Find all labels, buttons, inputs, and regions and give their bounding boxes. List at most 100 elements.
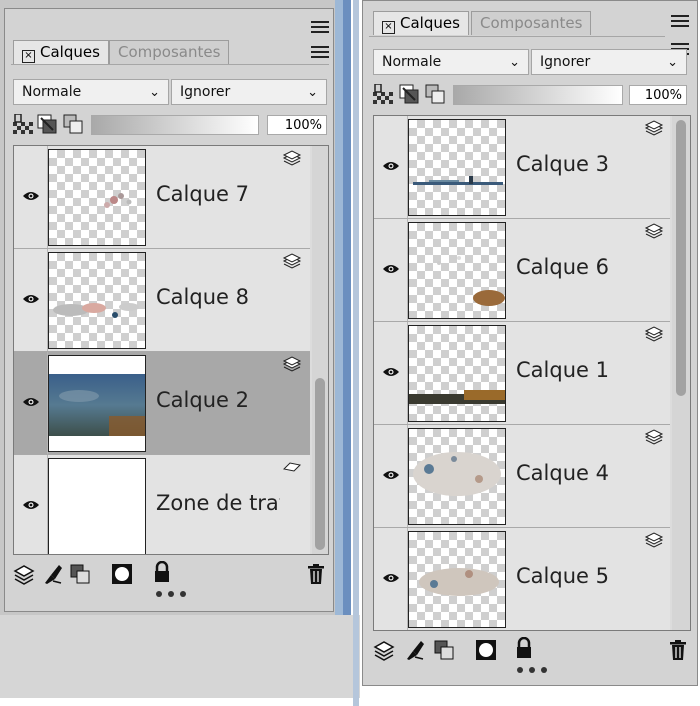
window-divider xyxy=(353,0,359,706)
hamburger-menu-icon[interactable] xyxy=(311,21,329,35)
eye-icon[interactable] xyxy=(382,160,400,172)
chevron-down-icon: ⌄ xyxy=(667,55,678,70)
chevron-down-icon: ⌄ xyxy=(509,55,520,70)
layer-name[interactable]: Calque 7 xyxy=(156,182,249,206)
blend-option-value: Ignorer xyxy=(540,54,591,70)
clip-mask-icon[interactable] xyxy=(399,84,419,104)
panel-grip-dot[interactable] xyxy=(168,591,174,597)
lock-transparency-icon[interactable] xyxy=(13,114,33,134)
layer-name[interactable]: Calque 3 xyxy=(516,152,609,176)
eye-icon[interactable] xyxy=(382,366,400,378)
scrollbar-thumb[interactable] xyxy=(315,378,325,550)
layer-name[interactable]: Zone de trav xyxy=(156,491,280,515)
adjustment-layers-icon[interactable] xyxy=(69,563,91,585)
layer-name[interactable]: Calque 8 xyxy=(156,285,249,309)
adjustment-layers-icon[interactable] xyxy=(433,639,455,661)
panel-titlebar: × Calques Composantes xyxy=(5,9,333,64)
chevron-down-icon: ⌄ xyxy=(307,85,318,100)
tab-label: Calques xyxy=(400,14,460,32)
visibility-cell[interactable] xyxy=(374,219,408,321)
link-layers-icon[interactable] xyxy=(63,114,83,134)
visibility-cell[interactable] xyxy=(374,322,408,424)
layer-row[interactable]: Calque 8 xyxy=(14,249,310,352)
blend-option-select[interactable]: Ignorer ⌄ xyxy=(171,79,327,105)
artboard-icon xyxy=(282,462,302,472)
panel-grip-dot[interactable] xyxy=(541,667,547,673)
visibility-cell[interactable] xyxy=(374,116,408,218)
eye-icon[interactable] xyxy=(382,263,400,275)
layer-row[interactable]: Calque 7 xyxy=(14,146,310,249)
panel-grip-dot[interactable] xyxy=(517,667,523,673)
opacity-slider[interactable] xyxy=(453,85,623,105)
layer-row[interactable]: Calque 4 xyxy=(374,425,670,528)
layers-scrollbar[interactable] xyxy=(312,146,328,554)
tab-label: Composantes xyxy=(480,14,583,32)
layer-stack-icon xyxy=(644,223,664,239)
lock-transparency-icon[interactable] xyxy=(373,84,393,104)
link-layers-icon[interactable] xyxy=(425,84,445,104)
hamburger-menu-icon[interactable] xyxy=(671,15,689,29)
opacity-field[interactable]: 100% xyxy=(267,115,327,135)
opacity-field[interactable]: 100% xyxy=(629,85,687,105)
layer-stack-icon xyxy=(282,356,302,372)
layer-row[interactable]: Calque 3 xyxy=(374,116,670,219)
tab-composantes[interactable]: Composantes xyxy=(109,40,230,64)
layer-row[interactable]: Zone de trav xyxy=(14,455,310,554)
layer-stack-icon xyxy=(644,429,664,445)
visibility-cell[interactable] xyxy=(14,455,48,554)
visibility-cell[interactable] xyxy=(374,425,408,527)
close-box-icon[interactable]: × xyxy=(382,21,395,34)
layer-thumbnail xyxy=(408,119,506,216)
effects-brush-icon[interactable] xyxy=(41,563,63,585)
blend-option-select[interactable]: Ignorer ⌄ xyxy=(531,49,687,75)
visibility-cell[interactable] xyxy=(14,352,48,454)
layers-icon[interactable] xyxy=(373,639,395,661)
effects-brush-icon[interactable] xyxy=(403,639,425,661)
layer-row-selected[interactable]: Calque 2 xyxy=(14,352,310,455)
eye-icon[interactable] xyxy=(22,499,40,511)
tab-calques[interactable]: × Calques xyxy=(13,40,109,64)
eye-icon[interactable] xyxy=(22,293,40,305)
opacity-value: 100% xyxy=(284,118,322,133)
layers-icon[interactable] xyxy=(13,563,35,585)
layer-name[interactable]: Calque 6 xyxy=(516,255,609,279)
blend-mode-select[interactable]: Normale ⌄ xyxy=(373,49,529,75)
eye-icon[interactable] xyxy=(22,190,40,202)
mask-icon[interactable] xyxy=(111,563,133,585)
lock-icon[interactable] xyxy=(513,637,535,659)
clip-mask-icon[interactable] xyxy=(37,114,57,134)
layer-name[interactable]: Calque 4 xyxy=(516,461,609,485)
eye-icon[interactable] xyxy=(22,396,40,408)
eye-icon[interactable] xyxy=(382,469,400,481)
divider xyxy=(11,64,329,65)
panel-grip-dot[interactable] xyxy=(156,591,162,597)
layer-row[interactable]: Calque 1 xyxy=(374,322,670,425)
visibility-cell[interactable] xyxy=(14,249,48,351)
eye-icon[interactable] xyxy=(382,572,400,584)
tab-composantes[interactable]: Composantes xyxy=(471,11,592,35)
close-box-icon[interactable]: × xyxy=(22,50,35,63)
canvas-area-bottom xyxy=(0,615,360,698)
layers-scrollbar[interactable] xyxy=(672,116,690,630)
lock-icon[interactable] xyxy=(151,561,173,583)
tab-calques[interactable]: × Calques xyxy=(373,11,469,35)
trash-icon[interactable] xyxy=(667,639,689,661)
blend-option-value: Ignorer xyxy=(180,84,231,100)
visibility-cell[interactable] xyxy=(14,146,48,248)
trash-icon[interactable] xyxy=(305,563,327,585)
layer-thumbnail xyxy=(408,325,506,422)
layer-row[interactable]: Calque 5 xyxy=(374,528,670,630)
layer-row[interactable]: Calque 6 xyxy=(374,219,670,322)
blend-mode-select[interactable]: Normale ⌄ xyxy=(13,79,169,105)
layer-name[interactable]: Calque 5 xyxy=(516,564,609,588)
chevron-down-icon: ⌄ xyxy=(149,85,160,100)
scrollbar-thumb[interactable] xyxy=(676,120,686,396)
opacity-slider[interactable] xyxy=(91,115,259,135)
panel-grip-dot[interactable] xyxy=(180,591,186,597)
layer-name[interactable]: Calque 1 xyxy=(516,358,609,382)
panel-options-menu-icon[interactable] xyxy=(311,46,329,60)
mask-icon[interactable] xyxy=(475,639,497,661)
panel-grip-dot[interactable] xyxy=(529,667,535,673)
layer-name[interactable]: Calque 2 xyxy=(156,388,249,412)
visibility-cell[interactable] xyxy=(374,528,408,630)
